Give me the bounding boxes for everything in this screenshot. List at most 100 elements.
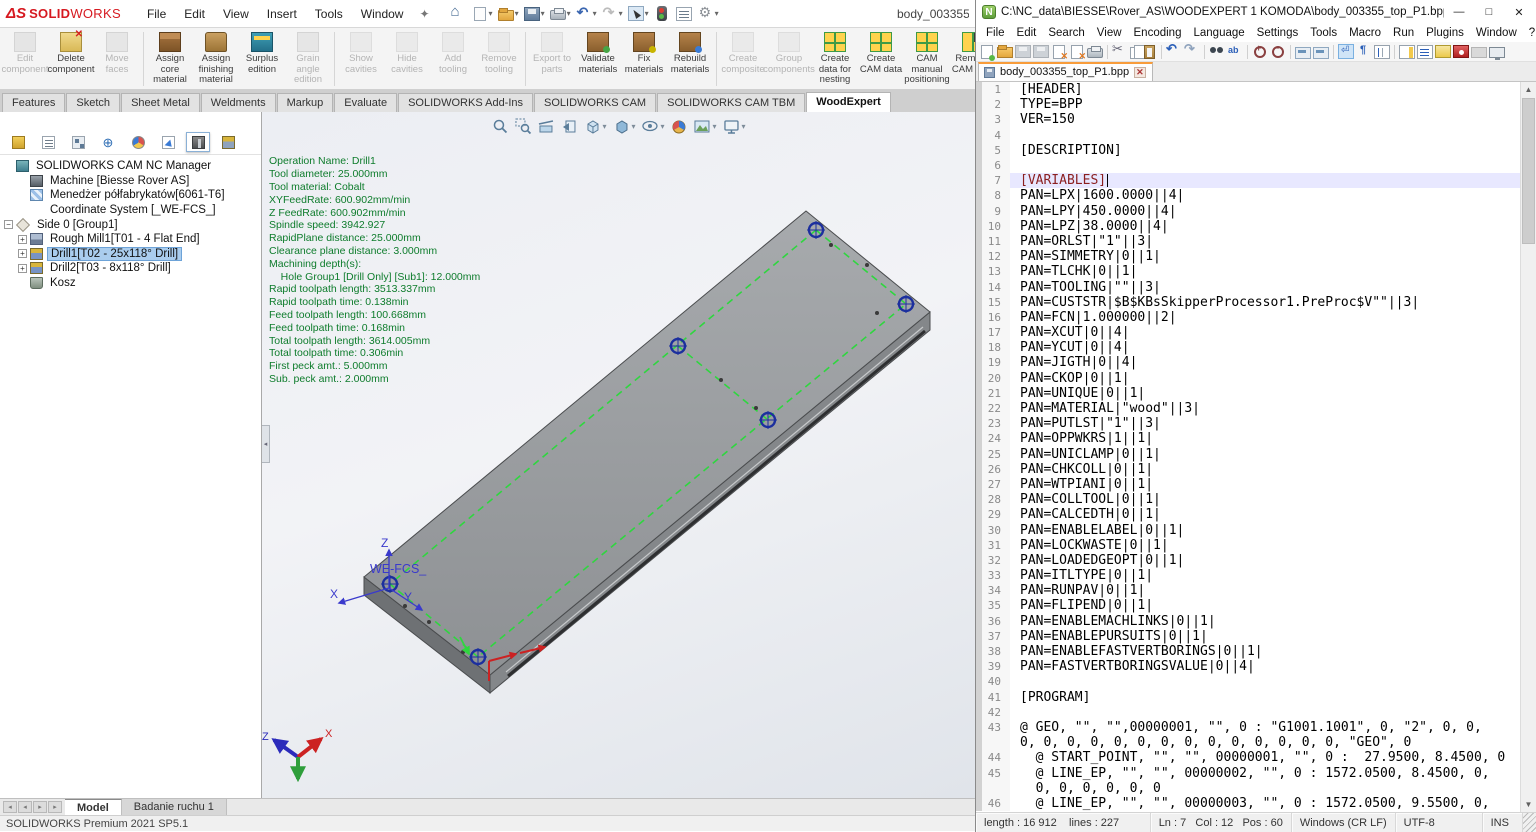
panel-tab[interactable] xyxy=(6,132,30,152)
model-tab[interactable]: Badanie ruchu 1 xyxy=(122,799,227,815)
monitoring-icon[interactable] xyxy=(1489,47,1505,58)
dropdown-caret-icon[interactable]: ▾ xyxy=(645,9,649,18)
qat-button[interactable]: ▾ xyxy=(522,6,547,22)
tab-nav-arrow-icon[interactable]: ◂ xyxy=(18,801,32,813)
dropdown-caret-icon[interactable]: ▾ xyxy=(602,122,606,131)
apply-scene-icon[interactable]: ▾ xyxy=(694,118,717,135)
edit-appearance-icon[interactable] xyxy=(671,118,688,135)
tree-item[interactable]: Menedżer półfabrykatów[6061-T6] xyxy=(4,188,261,203)
menu-item[interactable]: Tools xyxy=(1304,26,1343,40)
tree-item[interactable]: − Side 0 [Group1] xyxy=(4,217,261,232)
sync-vertical-scroll-icon[interactable] xyxy=(1295,47,1311,59)
redo-icon[interactable] xyxy=(1184,44,1200,59)
tab-nav-arrow-icon[interactable]: ◂ xyxy=(3,801,17,813)
dropdown-caret-icon[interactable]: ▾ xyxy=(489,9,493,18)
tree-item[interactable]: Machine [Biesse Rover AS] xyxy=(4,174,261,189)
dropdown-caret-icon[interactable]: ▾ xyxy=(541,9,545,18)
menu-item[interactable]: Edit xyxy=(1011,26,1043,40)
print-icon[interactable] xyxy=(1087,48,1103,58)
hide-show-items-icon[interactable]: ▾ xyxy=(641,118,664,135)
menu-item[interactable]: Edit xyxy=(176,4,213,24)
expand-toggle[interactable] xyxy=(4,162,13,171)
menu-item[interactable]: Run xyxy=(1387,26,1420,40)
indent-guide-icon[interactable] xyxy=(1374,45,1390,59)
menu-item[interactable]: Macro xyxy=(1343,26,1387,40)
new-file-icon[interactable] xyxy=(981,45,993,59)
commandmanager-tab[interactable]: SOLIDWORKS Add-Ins xyxy=(398,93,533,112)
zoom-to-area-icon[interactable] xyxy=(514,118,531,135)
dropdown-caret-icon[interactable]: ▾ xyxy=(715,9,719,18)
sync-horizontal-scroll-icon[interactable] xyxy=(1313,47,1329,59)
commandmanager-tab[interactable]: SOLIDWORKS CAM TBM xyxy=(657,93,805,112)
menu-item[interactable]: Window xyxy=(353,4,412,24)
scroll-up-icon[interactable]: ▲ xyxy=(1521,82,1536,97)
ribbon-button[interactable]: Assign core material xyxy=(147,31,193,86)
menu-item[interactable]: Window xyxy=(1470,26,1523,40)
qat-button[interactable]: ▾ xyxy=(548,6,573,21)
qat-button[interactable]: ▾ xyxy=(470,6,495,22)
folder-as-workspace-icon[interactable] xyxy=(1471,47,1487,58)
panel-tab[interactable] xyxy=(186,132,210,152)
ribbon-button[interactable]: Rebuild materials xyxy=(667,31,713,75)
qat-button[interactable] xyxy=(674,6,695,22)
qat-button[interactable]: ▾ xyxy=(496,6,521,22)
ribbon-button[interactable]: Surplus edition xyxy=(239,31,285,75)
plugin-button-icon[interactable] xyxy=(1453,45,1469,58)
expand-toggle[interactable]: − xyxy=(4,220,13,229)
model-tab[interactable]: Model xyxy=(65,799,122,815)
graphics-viewport[interactable]: Operation Name: Drill1Tool diameter: 25.… xyxy=(262,112,975,798)
expand-toggle[interactable] xyxy=(18,191,27,200)
zoom-to-fit-icon[interactable] xyxy=(491,118,508,135)
zoom-in-icon[interactable] xyxy=(1252,44,1268,59)
panel-collapse-handle[interactable]: ◂ xyxy=(262,425,270,463)
scroll-down-icon[interactable]: ▼ xyxy=(1521,797,1536,812)
function-list-icon[interactable] xyxy=(1417,45,1433,59)
commandmanager-tab[interactable]: Features xyxy=(2,93,65,112)
menu-item[interactable]: File xyxy=(139,4,174,24)
menu-item[interactable]: Tools xyxy=(307,4,351,24)
expand-toggle[interactable]: + xyxy=(18,235,27,244)
expand-toggle[interactable]: + xyxy=(18,249,27,258)
menu-item[interactable]: View xyxy=(215,4,257,24)
find-icon[interactable] xyxy=(1209,44,1225,59)
commandmanager-tab[interactable]: SOLIDWORKS CAM xyxy=(534,93,656,112)
expand-toggle[interactable] xyxy=(18,206,27,215)
open-file-icon[interactable] xyxy=(997,47,1013,58)
dropdown-caret-icon[interactable]: ▾ xyxy=(742,122,746,131)
qat-button[interactable]: ▾ xyxy=(600,5,625,22)
encoding[interactable]: UTF-8 xyxy=(1396,813,1483,832)
dropdown-caret-icon[interactable]: ▾ xyxy=(631,122,635,131)
commandmanager-tab[interactable]: Evaluate xyxy=(334,93,397,112)
cut-icon[interactable] xyxy=(1112,44,1128,59)
panel-tab[interactable] xyxy=(36,132,60,152)
qat-button[interactable] xyxy=(448,5,469,22)
menu-item[interactable]: Settings xyxy=(1251,26,1305,40)
ribbon-button[interactable]: Fix materials xyxy=(621,31,667,75)
panel-tab[interactable] xyxy=(156,132,180,152)
commandmanager-tab[interactable]: Markup xyxy=(277,93,334,112)
undo-icon[interactable] xyxy=(1166,44,1182,59)
paste-icon[interactable] xyxy=(1144,45,1155,59)
editor-lines[interactable]: 1 [HEADER] 2 TYPE=BPP 3 VER=150 4 5 [DES… xyxy=(976,82,1520,812)
menu-item[interactable]: File xyxy=(980,26,1011,40)
dropdown-caret-icon[interactable]: ▾ xyxy=(713,122,717,131)
tree-item[interactable]: Kosz xyxy=(4,276,261,291)
qat-button[interactable] xyxy=(652,5,673,22)
document-tab[interactable]: body_003355_top_P1.bpp ✕ xyxy=(978,62,1153,81)
vertical-scrollbar[interactable]: ▲ ▼ xyxy=(1520,82,1536,812)
notepadpp-titlebar[interactable]: N C:\NC_data\BIESSE\Rover_AS\WOODEXPERT … xyxy=(976,0,1536,24)
ribbon-button[interactable]: Create data for nesting xyxy=(812,31,858,86)
eol-format[interactable]: Windows (CR LF) xyxy=(1292,813,1396,832)
menu-item[interactable]: ? xyxy=(1523,26,1536,40)
replace-icon[interactable] xyxy=(1227,44,1243,59)
ribbon-button[interactable]: Create CAM data xyxy=(858,31,904,75)
tab-close-icon[interactable]: ✕ xyxy=(1134,67,1146,78)
ribbon-button[interactable]: Export to parts xyxy=(529,31,575,75)
view-orientation-icon[interactable]: ▾ xyxy=(583,118,606,135)
ribbon-button[interactable]: Group components xyxy=(766,31,812,75)
tab-nav-arrow-icon[interactable]: ▸ xyxy=(48,801,62,813)
insert-mode[interactable]: INS xyxy=(1483,813,1523,832)
expand-toggle[interactable] xyxy=(18,176,27,185)
ribbon-button[interactable]: Delete component xyxy=(48,31,94,75)
ribbon-button[interactable]: Show cavities xyxy=(338,31,384,75)
